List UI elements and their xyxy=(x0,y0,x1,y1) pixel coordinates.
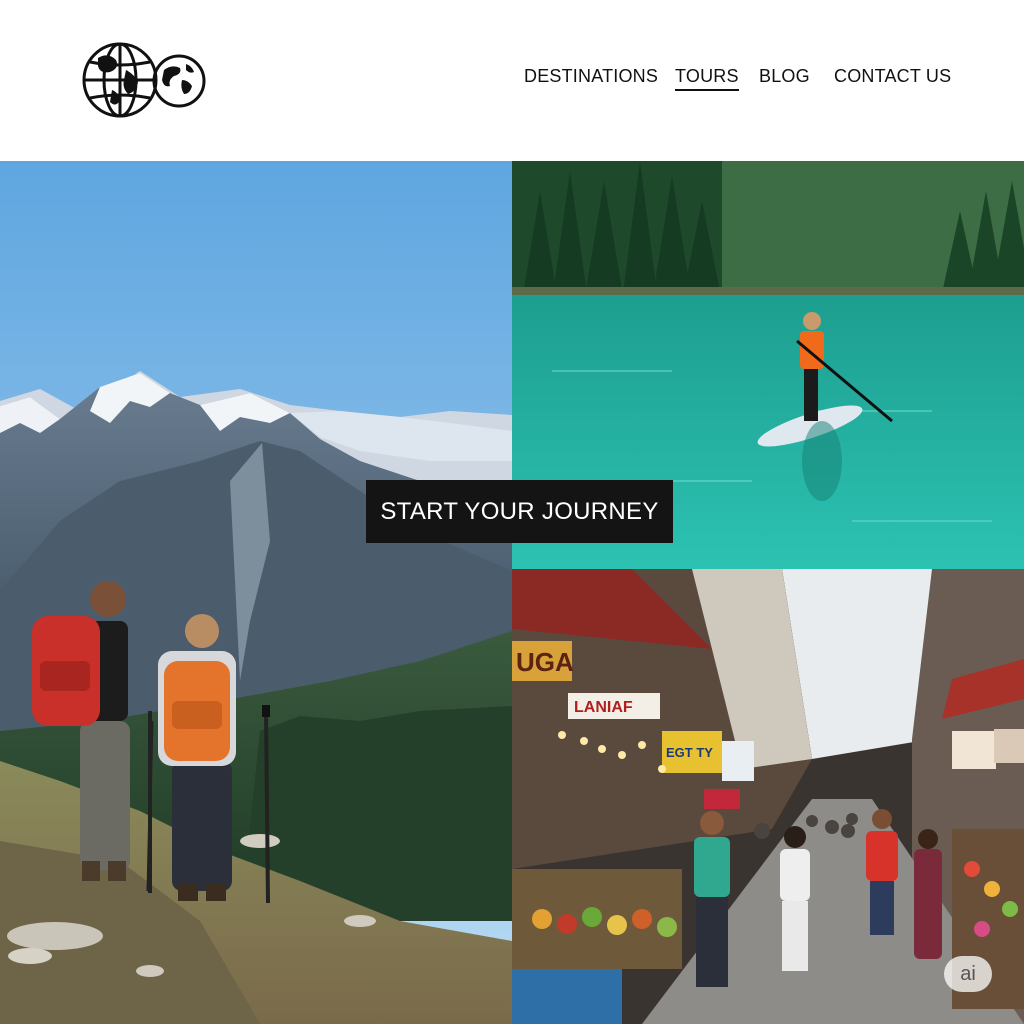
nav-item-tours[interactable]: TOURS xyxy=(675,64,739,91)
nav-item-blog[interactable]: BLOG xyxy=(759,64,810,88)
site-header: DESTINATIONS TOURS BLOG CONTACT US xyxy=(0,0,1024,161)
sign-uga: UGA xyxy=(516,647,574,677)
sign-egt: EGT TY xyxy=(666,745,713,760)
nav-item-destinations[interactable]: DESTINATIONS xyxy=(524,64,658,88)
street-market-image: UGA LANIAF EGT TY xyxy=(512,569,1024,1024)
nav-item-contact-us[interactable]: CONTACT US xyxy=(834,64,951,88)
start-journey-button[interactable]: START YOUR JOURNEY xyxy=(366,480,673,543)
globe-logo-icon[interactable] xyxy=(82,40,210,120)
mountain-hikers-image xyxy=(0,161,512,1024)
sign-laniaf: LANIAF xyxy=(574,699,633,716)
ai-watermark-badge: ai xyxy=(944,956,992,992)
